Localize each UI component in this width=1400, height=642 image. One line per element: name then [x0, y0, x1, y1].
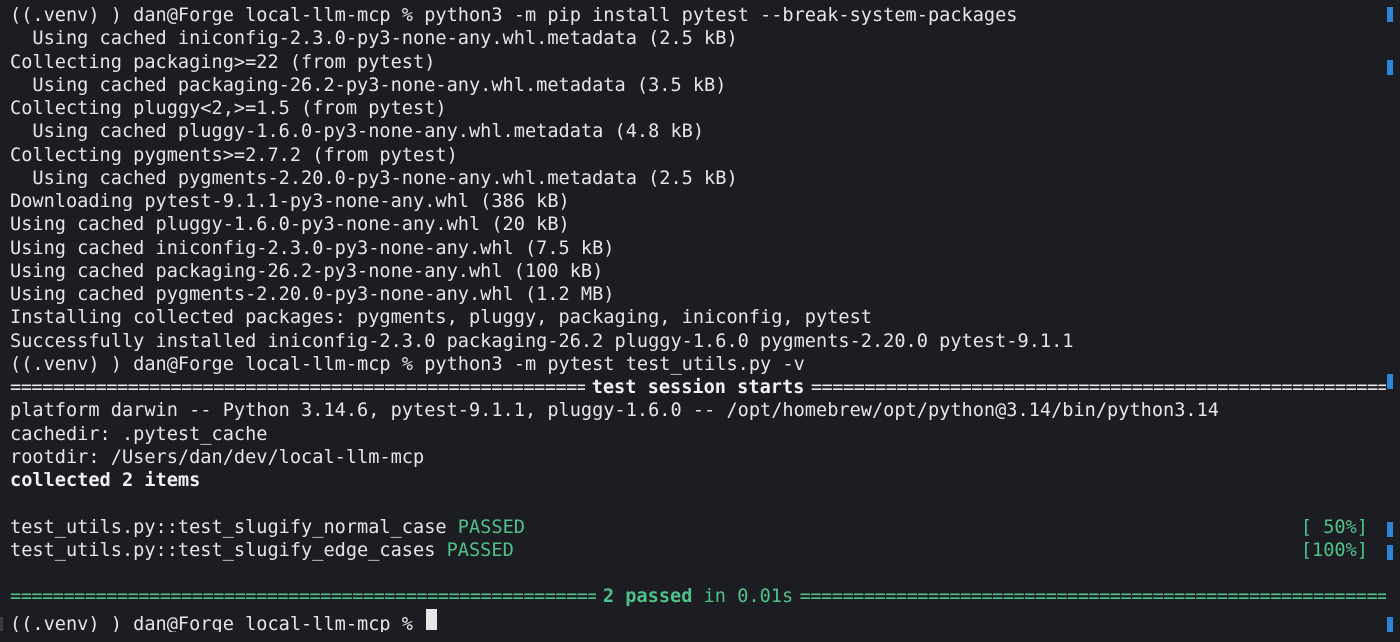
test-name: test_utils.py::test_slugify_normal_case — [10, 516, 447, 538]
summary-separator: ========================================… — [10, 585, 1386, 608]
output-text: Using cached packaging-26.2-py3-none-any… — [10, 74, 727, 96]
output-line: rootdir: /Users/dan/dev/local-llm-mcp — [10, 446, 1386, 469]
summary-text: 2 passed in 0.01s — [596, 585, 799, 608]
scroll-mark-icon[interactable] — [1387, 617, 1393, 632]
command-line-pytest: ((.venv) ) dan@Forge local-llm-mcp % pyt… — [10, 353, 1386, 376]
scroll-mark-icon[interactable] — [1387, 374, 1393, 389]
output-line: Using cached pygments-2.20.0-py3-none-an… — [10, 283, 1386, 306]
output-text: Using cached pygments-2.20.0-py3-none-an… — [10, 167, 738, 189]
window-edge-icon — [0, 617, 3, 631]
prompt-line[interactable]: ((.venv) ) dan@Forge local-llm-mcp % — [10, 608, 1386, 632]
output-line: cachedir: .pytest_cache — [10, 423, 1386, 446]
command-text: ((.venv) ) dan@Forge local-llm-mcp % pyt… — [10, 353, 805, 375]
test-result-row: test_utils.py::test_slugify_normal_case … — [10, 516, 1386, 539]
output-text: Using cached pluggy-1.6.0-py3-none-any.w… — [10, 121, 705, 143]
output-line: Using cached pluggy-1.6.0-py3-none-any.w… — [10, 120, 1386, 143]
output-text: Successfully installed iniconfig-2.3.0 p… — [10, 330, 1074, 352]
session-label: test session starts — [591, 377, 805, 398]
output-line: Collecting packaging>=22 (from pytest) — [10, 51, 1386, 74]
output-text: Using cached pluggy-1.6.0-py3-none-any.w… — [10, 214, 570, 236]
test-status: PASSED — [446, 539, 514, 561]
output-text: Downloading pytest-9.1.1-py3-none-any.wh… — [10, 191, 570, 212]
output-line: Using cached iniconfig-2.3.0-py3-none-an… — [10, 237, 1386, 260]
output-text: rootdir: /Users/dan/dev/local-llm-mcp — [10, 446, 425, 468]
output-text: Using cached iniconfig-2.3.0-py3-none-an… — [10, 237, 615, 259]
scroll-mark-icon[interactable] — [1387, 60, 1393, 75]
shell-prompt: ((.venv) ) dan@Forge local-llm-mcp % — [10, 613, 413, 632]
test-status: PASSED — [457, 516, 525, 538]
command-text: ((.venv) ) dan@Forge local-llm-mcp % pyt… — [10, 5, 1018, 26]
output-line: Installing collected packages: pygments,… — [10, 306, 1386, 329]
test-result-row: test_utils.py::test_slugify_edge_cases P… — [10, 539, 1386, 562]
output-line: Using cached pygments-2.20.0-py3-none-an… — [10, 167, 1386, 190]
output-line: Using cached packaging-26.2-py3-none-any… — [10, 74, 1386, 97]
summary-duration: in 0.01s — [703, 586, 794, 608]
session-separator: ========================================… — [10, 376, 1386, 399]
text-cursor[interactable] — [426, 608, 438, 630]
output-line: Using cached pluggy-1.6.0-py3-none-any.w… — [10, 213, 1386, 236]
test-name: test_utils.py::test_slugify_edge_cases — [10, 539, 436, 561]
output-text: Using cached iniconfig-2.3.0-py3-none-an… — [10, 28, 738, 50]
terminal-window[interactable]: ((.venv) ) dan@Forge local-llm-mcp % pyt… — [0, 0, 1400, 642]
output-text: Collecting pluggy<2,>=1.5 (from pytest) — [10, 98, 447, 119]
separator-rule: ========================================… — [799, 586, 1386, 608]
scroll-mark-icon[interactable] — [1387, 522, 1393, 537]
separator-rule: ========================================… — [10, 377, 586, 398]
output-text: Installing collected packages: pygments,… — [10, 307, 872, 329]
output-line: Using cached packaging-26.2-py3-none-any… — [10, 260, 1386, 283]
test-progress: [100%] — [1300, 539, 1368, 561]
separator-rule: ========================================… — [10, 586, 597, 608]
collected-line: collected 2 items — [10, 469, 1386, 492]
output-line: Collecting pluggy<2,>=1.5 (from pytest) — [10, 97, 1386, 120]
test-progress: [ 50%] — [1300, 516, 1368, 538]
command-line-pip-install: ((.venv) ) dan@Forge local-llm-mcp % pyt… — [10, 4, 1386, 27]
output-text: cachedir: .pytest_cache — [10, 423, 268, 445]
scroll-mark-icon[interactable] — [1387, 545, 1393, 560]
output-line: Collecting pygments>=2.7.2 (from pytest) — [10, 144, 1386, 167]
output-text: Using cached pygments-2.20.0-py3-none-an… — [10, 284, 615, 305]
output-text: Collecting pygments>=2.7.2 (from pytest) — [10, 144, 458, 166]
scroll-mark-icon[interactable] — [1387, 7, 1393, 22]
output-line: Successfully installed iniconfig-2.3.0 p… — [10, 330, 1386, 353]
output-line: platform darwin -- Python 3.14.6, pytest… — [10, 399, 1386, 422]
output-text: platform darwin -- Python 3.14.6, pytest… — [10, 400, 1219, 422]
summary-passed: 2 passed — [602, 586, 693, 608]
output-line: Using cached iniconfig-2.3.0-py3-none-an… — [10, 27, 1386, 50]
separator-rule: ========================================… — [810, 377, 1386, 398]
output-text: Using cached packaging-26.2-py3-none-any… — [10, 260, 604, 282]
output-line: Downloading pytest-9.1.1-py3-none-any.wh… — [10, 190, 1386, 213]
output-text: Collecting packaging>=22 (from pytest) — [10, 51, 436, 73]
terminal-output: ((.venv) ) dan@Forge local-llm-mcp % pyt… — [10, 4, 1386, 632]
collected-text: collected 2 items — [10, 470, 201, 491]
